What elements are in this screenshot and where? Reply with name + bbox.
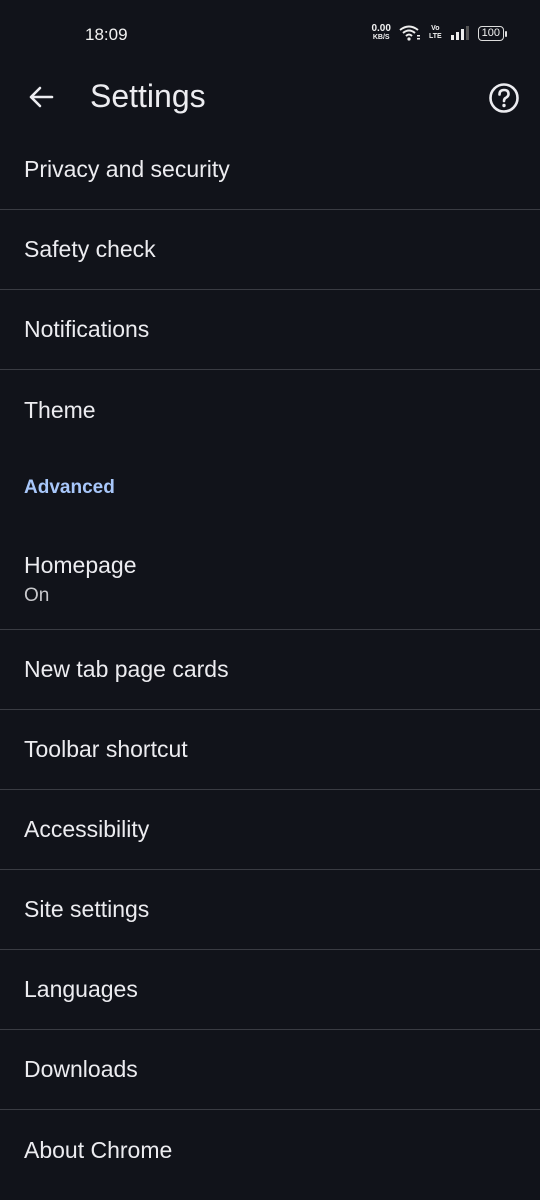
- settings-item-notifications[interactable]: Notifications: [0, 290, 540, 370]
- wifi-icon: [399, 25, 420, 41]
- settings-item-privacy-security[interactable]: Privacy and security: [0, 130, 540, 210]
- network-speed: 0.00 KB/S: [371, 23, 391, 42]
- status-bar: 18:09 0.00 KB/S Vo LTE 100: [0, 0, 540, 60]
- settings-item-safety-check[interactable]: Safety check: [0, 210, 540, 290]
- arrow-left-icon[interactable]: [26, 82, 56, 112]
- homepage-status: On: [24, 585, 50, 606]
- settings-item-downloads[interactable]: Downloads: [0, 1030, 540, 1110]
- help-circle-icon[interactable]: [488, 82, 520, 114]
- page-title: Settings: [90, 78, 206, 114]
- status-time: 18:09: [85, 25, 128, 44]
- signal-icon: [450, 26, 469, 40]
- settings-item-accessibility[interactable]: Accessibility: [0, 790, 540, 870]
- settings-item-site-settings[interactable]: Site settings: [0, 870, 540, 950]
- battery-indicator: 100: [477, 25, 508, 41]
- settings-item-toolbar-shortcut[interactable]: Toolbar shortcut: [0, 710, 540, 790]
- settings-item-new-tab-page-cards[interactable]: New tab page cards: [0, 630, 540, 710]
- settings-item-theme[interactable]: Theme: [0, 370, 540, 450]
- settings-list: Privacy and security Safety check Notifi…: [0, 130, 540, 1190]
- settings-item-languages[interactable]: Languages: [0, 950, 540, 1030]
- status-icons: 0.00 KB/S Vo LTE 100: [371, 23, 508, 42]
- settings-item-about-chrome[interactable]: About Chrome: [0, 1110, 540, 1190]
- app-bar: Settings: [0, 62, 540, 134]
- volte-indicator: Vo LTE: [428, 25, 442, 40]
- section-header-advanced: Advanced: [24, 477, 115, 498]
- settings-item-homepage[interactable]: Homepage On: [0, 526, 540, 630]
